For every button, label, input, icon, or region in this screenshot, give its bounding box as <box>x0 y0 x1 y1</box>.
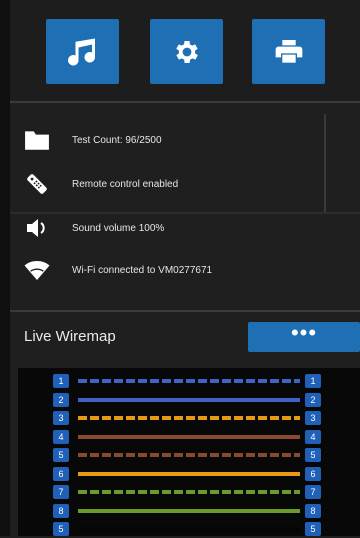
wire-row: 66 <box>18 465 360 483</box>
gear-icon <box>175 40 198 63</box>
printer-icon <box>275 39 302 63</box>
wire-row: 11 <box>18 372 360 390</box>
status-item-sound-volume: Sound volume 100% <box>10 208 360 248</box>
wiremap-panel: 112233445566778855 <box>18 368 360 536</box>
music-button[interactable] <box>46 19 119 84</box>
settings-button[interactable] <box>150 19 223 84</box>
pin-right: 2 <box>305 392 321 407</box>
pin-right: 8 <box>305 503 321 518</box>
pin-right: 3 <box>305 411 321 425</box>
wire <box>78 434 300 439</box>
pin-left: 2 <box>53 392 69 407</box>
remote-control-icon <box>22 169 52 199</box>
status-label: Remote control enabled <box>72 178 179 190</box>
wire <box>78 397 300 402</box>
pin-left: 8 <box>53 503 69 518</box>
status-label: Sound volume 100% <box>72 222 165 234</box>
wire-row: 55 <box>18 520 360 538</box>
wifi-icon <box>22 255 52 285</box>
pin-left: 1 <box>53 374 69 388</box>
more-label: ••• <box>290 320 318 345</box>
status-panel: Test Count: 96/2500 Remote control enabl… <box>10 114 360 310</box>
wire-row: 22 <box>18 391 360 409</box>
status-label: Test Count: 96/2500 <box>72 134 162 146</box>
wire <box>78 416 300 420</box>
pin-right: 6 <box>305 466 321 481</box>
wire-row: 88 <box>18 502 360 520</box>
wire <box>78 453 300 457</box>
pin-right: 5 <box>305 522 321 536</box>
speaker-icon <box>22 213 52 243</box>
pin-left: 4 <box>53 429 69 444</box>
wire-row: 77 <box>18 483 360 501</box>
folder-icon <box>22 125 52 155</box>
divider <box>10 310 360 312</box>
wire <box>78 527 300 531</box>
pin-right: 7 <box>305 485 321 499</box>
pin-left: 6 <box>53 466 69 481</box>
wire-row: 33 <box>18 409 360 427</box>
pin-left: 5 <box>53 522 69 536</box>
divider <box>10 101 360 103</box>
more-options-button[interactable]: ••• <box>248 322 360 352</box>
wiremap-title: Live Wiremap <box>24 328 116 345</box>
pin-left: 5 <box>53 448 69 462</box>
print-button[interactable] <box>252 19 325 84</box>
pin-left: 7 <box>53 485 69 499</box>
music-note-icon <box>67 38 95 66</box>
wire-row: 55 <box>18 446 360 464</box>
wire <box>78 379 300 383</box>
pin-right: 5 <box>305 448 321 462</box>
status-item-wifi: Wi-Fi connected to VM0277671 <box>10 250 360 290</box>
wire-row: 44 <box>18 428 360 446</box>
pin-left: 3 <box>53 411 69 425</box>
status-label: Wi-Fi connected to VM0277671 <box>72 264 213 276</box>
status-item-remote-control: Remote control enabled <box>10 164 360 204</box>
toolbar <box>10 0 360 100</box>
wire <box>78 508 300 513</box>
wire <box>78 471 300 476</box>
status-item-test-count: Test Count: 96/2500 <box>10 120 360 160</box>
wire <box>78 490 300 494</box>
pin-right: 4 <box>305 429 321 444</box>
pin-right: 1 <box>305 374 321 388</box>
left-edge <box>0 0 10 536</box>
